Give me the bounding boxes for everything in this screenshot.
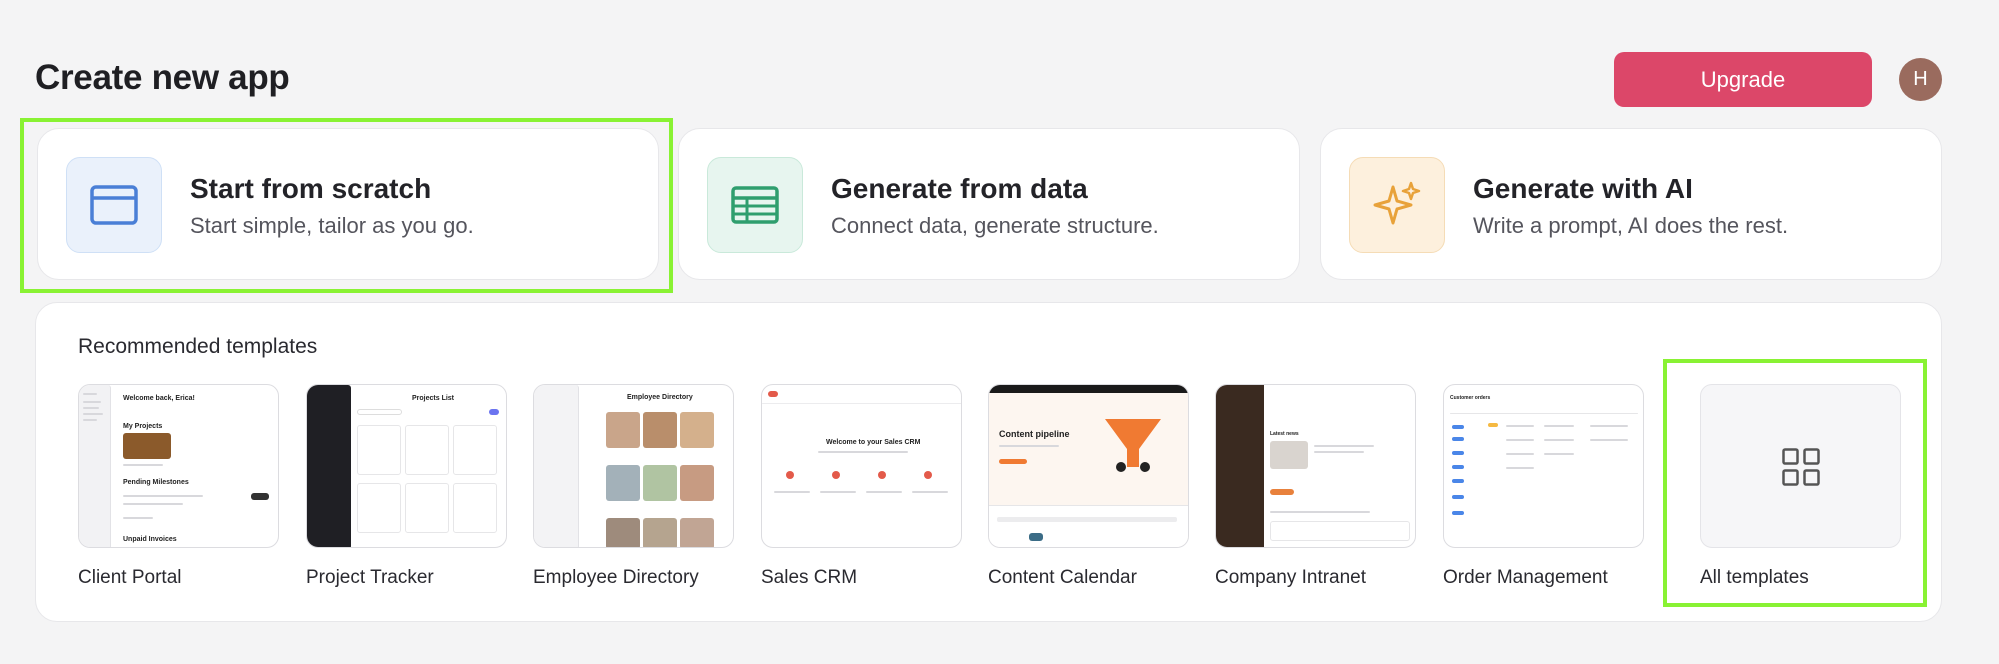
option-title: Generate from data xyxy=(831,173,1088,204)
option-subtitle: Write a prompt, AI does the rest. xyxy=(1473,213,1789,238)
option-title: Start from scratch xyxy=(190,173,432,204)
avatar[interactable]: H xyxy=(1899,58,1942,101)
option-title: Generate with AI xyxy=(1473,173,1693,204)
template-client-portal[interactable]: Welcome back, Erica! My Projects Pending… xyxy=(78,384,279,588)
template-preview: Projects List xyxy=(306,384,507,548)
template-name: Content Calendar xyxy=(988,567,1137,588)
template-name: Employee Directory xyxy=(533,567,699,588)
template-preview: Latest news xyxy=(1215,384,1416,548)
template-preview xyxy=(1700,384,1901,548)
template-employee-directory[interactable]: Employee Directory Employee Directory xyxy=(533,384,734,588)
preview-heading: Welcome back, Erica! xyxy=(123,395,195,402)
table-grid-icon xyxy=(707,157,803,253)
template-name: Sales CRM xyxy=(761,567,858,588)
template-sales-crm[interactable]: Welcome to your Sales CRM Sales CRM xyxy=(761,384,962,588)
template-company-intranet[interactable]: Latest news Company Intranet xyxy=(1215,384,1416,588)
preview-section: Unpaid Invoices xyxy=(123,536,177,543)
option-subtitle: Start simple, tailor as you go. xyxy=(190,213,474,238)
sparkles-icon xyxy=(1349,157,1445,253)
preview-section: Pending Milestones xyxy=(123,479,189,486)
generate-with-ai-card[interactable]: Generate with AI Write a prompt, AI does… xyxy=(1320,128,1942,280)
template-preview: Welcome back, Erica! My Projects Pending… xyxy=(78,384,279,548)
template-name: Company Intranet xyxy=(1215,567,1367,588)
template-preview: Customer orders xyxy=(1443,384,1644,548)
template-name: Order Management xyxy=(1443,567,1608,588)
grid-icon xyxy=(1782,448,1820,486)
start-from-scratch-card[interactable]: Start from scratch Start simple, tailor … xyxy=(37,128,659,280)
page-title: Create new app xyxy=(35,58,290,97)
template-preview: Welcome to your Sales CRM xyxy=(761,384,962,548)
browser-window-icon xyxy=(66,157,162,253)
template-name: All templates xyxy=(1700,567,1809,588)
all-templates-button[interactable]: All templates xyxy=(1700,384,1901,588)
template-order-management[interactable]: Customer orders Order Management xyxy=(1443,384,1644,588)
preview-heading: Employee Directory xyxy=(627,394,693,401)
templates-title: Recommended templates xyxy=(78,335,318,358)
option-subtitle: Connect data, generate structure. xyxy=(831,213,1159,238)
template-name: Client Portal xyxy=(78,567,182,588)
preview-heading: Customer orders xyxy=(1450,395,1491,401)
generate-from-data-card[interactable]: Generate from data Connect data, generat… xyxy=(678,128,1300,280)
template-content-calendar[interactable]: Content pipeline Content Calendar xyxy=(988,384,1189,588)
upgrade-button[interactable]: Upgrade xyxy=(1614,52,1872,107)
preview-heading: Projects List xyxy=(412,395,455,402)
template-project-tracker[interactable]: Projects List Project Tracker xyxy=(306,384,507,588)
preview-heading: Welcome to your Sales CRM xyxy=(826,439,921,446)
preview-heading: Content pipeline xyxy=(999,429,1070,439)
preview-section: My Projects xyxy=(123,423,163,430)
template-name: Project Tracker xyxy=(306,567,434,588)
template-preview: Content pipeline xyxy=(988,384,1189,548)
template-preview: Employee Directory xyxy=(533,384,734,548)
preview-heading: Latest news xyxy=(1270,431,1299,437)
